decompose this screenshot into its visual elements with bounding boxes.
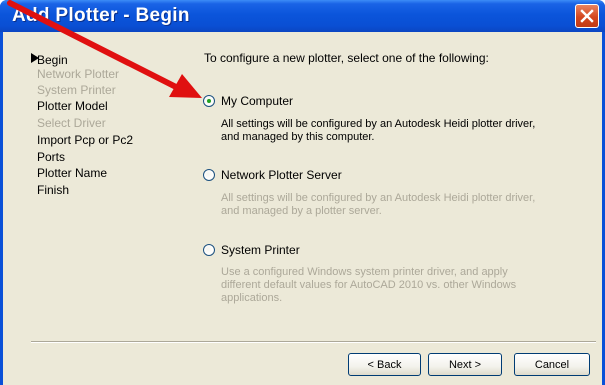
- red-arrow-annotation-icon: [7, 0, 202, 98]
